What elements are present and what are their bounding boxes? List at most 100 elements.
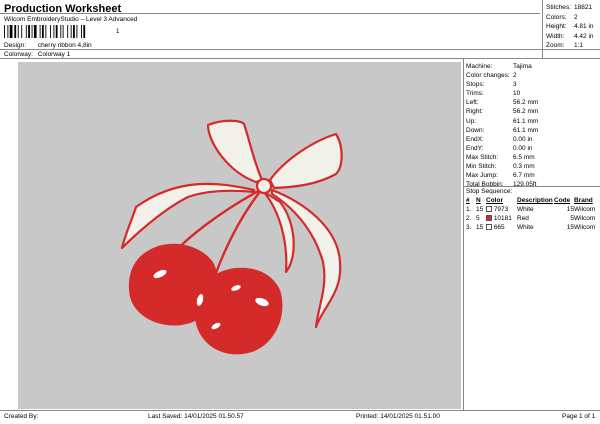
info-row: EndX: 0.00 in — [466, 135, 600, 144]
stat-label: Stitches: — [546, 4, 571, 11]
stop-number: 3. — [466, 224, 472, 231]
divider — [463, 58, 464, 410]
stat-label: Width: — [546, 32, 565, 40]
table-row: 3. 15 665 White 15 Wilcom — [466, 223, 600, 232]
column-header: Code — [554, 197, 571, 204]
stop-code: 5 — [570, 215, 574, 222]
info-value: 6.5 mm — [513, 153, 535, 161]
info-label: EndY: — [466, 144, 484, 152]
info-row: Right: 56.2 mm — [466, 107, 600, 116]
info-label: Left: — [466, 99, 479, 107]
colorway-row: Colorway: Colorway 1 — [4, 51, 70, 58]
stat-value: 18821 — [574, 4, 593, 11]
table-row: 1. 15 7973 White 15 Wilcom — [466, 205, 600, 214]
divider — [0, 49, 600, 50]
info-label: Down: — [466, 126, 485, 134]
color-code: 7973 — [493, 206, 509, 213]
colorway-label: Colorway: — [4, 51, 33, 58]
info-label: EndX: — [466, 135, 484, 143]
info-value: 10 — [513, 90, 521, 98]
stat-row: Stitches: 18821 — [546, 3, 600, 13]
info-row: Max Stitch: 6.5 mm — [466, 153, 600, 162]
info-value: 56.2 mm — [513, 99, 539, 107]
color-swatch — [486, 224, 492, 230]
stop-color: 7973 — [486, 205, 517, 214]
stop-code: 15 — [566, 224, 574, 231]
info-row: Left: 56.2 mm — [466, 98, 600, 107]
colorway-value: Colorway 1 — [37, 51, 71, 58]
column-header: Brand — [574, 197, 593, 204]
design-value: cherry ribbon 4,8in — [37, 42, 92, 49]
stat-value: 4.42 in — [574, 32, 594, 40]
divider — [0, 410, 600, 411]
info-value: 61.1 mm — [513, 126, 539, 134]
info-label: Min Stitch: — [466, 163, 497, 171]
machine-info: Machine: Tajima Color changes: 2 Stops: 3 T… — [466, 62, 600, 189]
info-label: Machine: — [466, 63, 493, 70]
cherry-ribbon-artwork — [120, 119, 343, 355]
table-header-row: # N Color Description Code Brand — [466, 196, 600, 205]
info-value: 6.7 mm — [513, 172, 535, 180]
info-row: Up: 61.1 mm — [466, 117, 600, 126]
footer-printed: Printed: 14/01/2025 01.51.00 — [356, 413, 440, 420]
color-swatch — [486, 206, 492, 212]
stop-description: White — [517, 206, 534, 213]
stop-code: 15 — [566, 206, 574, 213]
info-label: Trims: — [466, 90, 484, 98]
color-code: 10181 — [493, 215, 512, 222]
info-row: Min Stitch: 0.3 mm — [466, 162, 600, 171]
info-value: 0.3 mm — [513, 163, 535, 171]
info-value: 2 — [513, 72, 517, 80]
stop-brand: Wilcom — [574, 224, 596, 231]
info-label: Up: — [466, 117, 477, 125]
info-value: 56.2 mm — [513, 108, 539, 116]
stop-number: 2. — [466, 215, 472, 222]
stop-description: White — [517, 224, 534, 231]
column-header: # — [466, 197, 470, 204]
info-label: Stops: — [466, 81, 485, 89]
column-header: N — [476, 197, 481, 204]
stat-value: 4.81 in — [574, 23, 594, 31]
info-value: 61.1 mm — [513, 117, 539, 125]
stop-description: Red — [517, 215, 529, 222]
stop-color: 665 — [486, 223, 517, 232]
info-row: Trims: 10 — [466, 89, 600, 98]
stat-value: 2 — [574, 13, 578, 21]
barcode-number: 1 — [116, 29, 120, 35]
stop-number: 1. — [466, 206, 472, 213]
stop-brand: Wilcom — [574, 206, 596, 213]
column-header: Description — [517, 197, 553, 204]
stop-n: 15 — [476, 224, 484, 231]
stop-color: 10181 — [486, 214, 517, 223]
stat-label: Zoom: — [546, 42, 565, 50]
info-row: Stops: 3 — [466, 80, 600, 89]
design-label: Design: — [4, 42, 27, 49]
divider — [0, 58, 600, 59]
info-label: Max Stitch: — [466, 153, 499, 161]
info-row: EndY: 0.00 in — [466, 144, 600, 153]
divider — [542, 0, 543, 58]
design-preview — [18, 62, 461, 409]
stop-sequence: Stop Sequence: # N Color Description Cod… — [466, 187, 600, 232]
info-label: Color changes: — [466, 72, 510, 80]
footer-page-number: Page 1 of 1 — [562, 413, 596, 420]
design-row: Design: cherry ribbon 4,8in — [4, 42, 92, 49]
barcode-image — [4, 25, 86, 38]
table-row: 2. 5 10181 Red 5 Wilcom — [466, 214, 600, 223]
info-value: 0.00 in — [513, 135, 533, 143]
stat-row: Height: 4.81 in — [546, 22, 600, 32]
stat-label: Colors: — [546, 13, 567, 21]
info-label: Max Jump: — [466, 172, 498, 180]
summary-stats: Stitches: 18821 Colors: 2 Height: 4.81 in W… — [546, 3, 600, 51]
stat-row: Width: 4.42 in — [546, 32, 600, 42]
stop-n: 15 — [476, 206, 484, 213]
footer-created-by: Created By: — [4, 413, 39, 420]
stat-value: 1:1 — [574, 42, 584, 50]
stop-sequence-table: # N Color Description Code Brand 1. 15 7… — [466, 196, 600, 232]
stop-brand: Wilcom — [574, 215, 596, 222]
stop-n: 5 — [476, 215, 480, 222]
info-row: Down: 61.1 mm — [466, 126, 600, 135]
info-value: 0.00 in — [513, 144, 533, 152]
info-value: Tajima — [513, 63, 532, 70]
info-row: Max Jump: 6.7 mm — [466, 171, 600, 180]
